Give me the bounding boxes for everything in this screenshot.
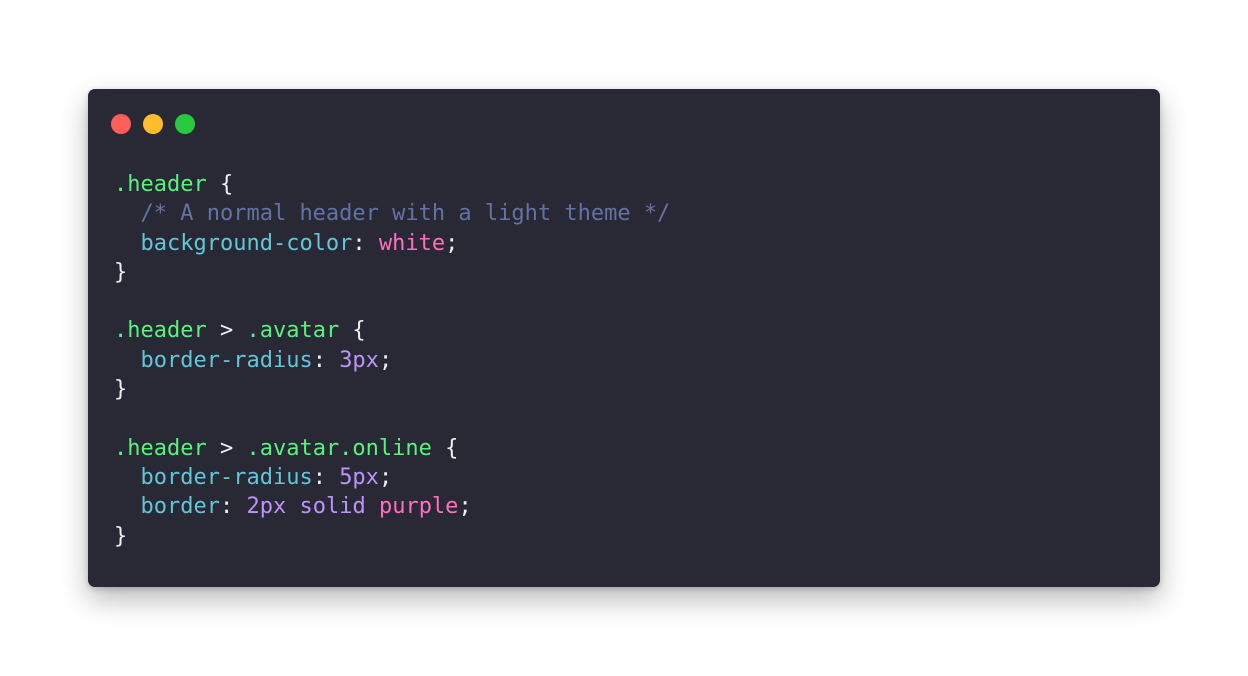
code-line: } (114, 522, 670, 551)
css-number-value: 5px (339, 464, 379, 490)
code-line: border-radius: 3px; (114, 346, 670, 375)
css-selector: .avatar (246, 318, 340, 344)
punctuation: { (431, 435, 459, 461)
code-block: .header { /* A normal header with a ligh… (114, 170, 670, 551)
punctuation (114, 494, 141, 519)
close-window-button[interactable] (111, 114, 131, 134)
code-line: border-radius: 5px; (114, 463, 670, 492)
punctuation: ; (378, 347, 393, 373)
css-keyword-value: purple (378, 494, 459, 520)
punctuation: : (219, 494, 247, 520)
punctuation: : (312, 464, 340, 490)
code-comment: /* A normal header with a light theme */ (140, 201, 671, 227)
punctuation (114, 465, 141, 490)
punctuation: } (114, 377, 128, 403)
css-property: border-radius (140, 347, 313, 373)
punctuation: : (352, 230, 379, 256)
css-number-value: 3px (339, 347, 379, 373)
css-selector: .avatar.online (246, 435, 432, 461)
css-keyword-value: white (378, 230, 446, 256)
css-selector: .header (114, 435, 207, 461)
punctuation: { (206, 172, 234, 197)
code-line: .header > .avatar { (114, 316, 670, 345)
punctuation: > (206, 435, 247, 461)
punctuation: > (206, 318, 247, 344)
punctuation (366, 494, 379, 519)
code-line: background-color: white; (114, 229, 670, 258)
zoom-window-button[interactable] (175, 114, 195, 134)
code-line: /* A normal header with a light theme */ (114, 199, 671, 228)
css-selector: .header (114, 172, 207, 197)
punctuation (114, 231, 141, 256)
punctuation: ; (445, 230, 459, 256)
code-line: .header { (114, 170, 670, 199)
code-window: .header { /* A normal header with a ligh… (88, 89, 1160, 587)
css-selector: .header (114, 318, 207, 344)
punctuation: } (114, 523, 128, 549)
code-line: } (114, 258, 670, 287)
window-controls (111, 114, 195, 134)
css-number-value: 2px solid (246, 494, 366, 520)
punctuation (114, 348, 141, 373)
punctuation: ; (458, 494, 472, 520)
code-line: } (114, 375, 670, 404)
punctuation: ; (378, 464, 393, 490)
punctuation: : (312, 347, 340, 373)
css-property: background-color (140, 230, 353, 256)
punctuation: } (114, 259, 128, 285)
punctuation (114, 201, 141, 226)
punctuation: { (339, 318, 366, 344)
code-line: .header > .avatar.online { (114, 434, 670, 463)
code-line: border: 2px solid purple; (114, 492, 670, 521)
css-property: border (140, 494, 220, 520)
minimize-window-button[interactable] (143, 114, 163, 134)
css-property: border-radius (140, 464, 313, 490)
